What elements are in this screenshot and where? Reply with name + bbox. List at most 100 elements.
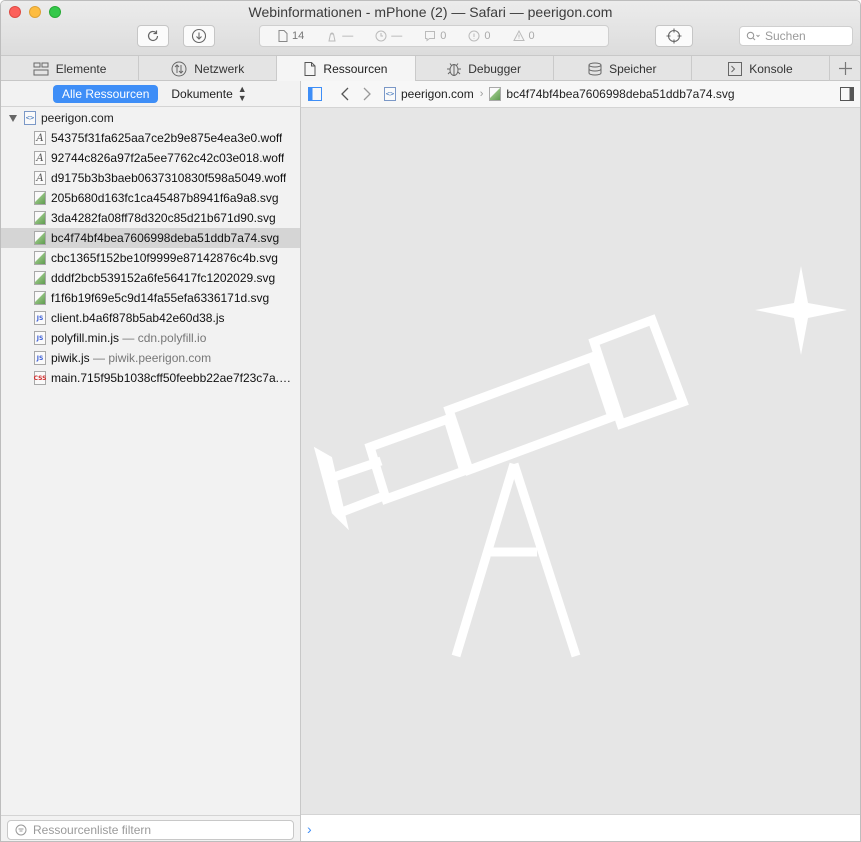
resource-row-label: 3da4282fa08ff78d320c85d21b671d90.svg xyxy=(51,211,276,225)
resource-name: polyfill.min.js xyxy=(51,331,120,345)
console-prompt-bar[interactable]: › xyxy=(301,814,860,841)
resource-name: cbc1365f152be10f9999e87142876c4b.svg xyxy=(51,251,278,265)
storage-icon xyxy=(588,62,602,76)
resource-sidebar: Alle Ressourcen Dokumente ▲ ▼ <> peerigon… xyxy=(1,81,301,841)
resource-summary-bar: 14 — — 0 0 0 xyxy=(259,25,609,47)
tab-label: Ressourcen xyxy=(323,61,388,76)
breadcrumb-file[interactable]: bc4f74bf4bea7606998deba51ddb7a74.svg xyxy=(489,87,735,101)
tab-label: Debugger xyxy=(468,61,521,76)
reload-button[interactable] xyxy=(137,25,169,47)
documents-select-label: Dokumente xyxy=(171,86,233,101)
tab-speicher[interactable]: Speicher xyxy=(554,56,692,81)
all-resources-button[interactable]: Alle Ressourcen xyxy=(53,84,159,103)
svg-preview xyxy=(301,108,860,814)
document-icon xyxy=(278,30,288,42)
resource-name: client.b4a6f878b5ab42e60d38.js xyxy=(51,311,225,325)
chevron-left-icon xyxy=(341,87,349,101)
resource-row[interactable]: 3da4282fa08ff78d320c85d21b671d90.svg xyxy=(1,208,300,228)
resource-row-label: client.b4a6f878b5ab42e60d38.js xyxy=(51,311,224,325)
resource-filter-input[interactable]: Ressourcenliste filtern xyxy=(7,820,294,840)
error-count-value: 0 xyxy=(484,30,491,42)
resource-row[interactable]: cbc1365f152be10f9999e87142876c4b.svg xyxy=(1,248,300,268)
back-button[interactable] xyxy=(334,84,356,104)
tab-ressourcen[interactable]: Ressourcen xyxy=(277,56,416,81)
resource-row[interactable]: A 92744c826a97f2a5ee7762c42c03e018.woff xyxy=(1,148,300,168)
network-time: — xyxy=(375,30,402,42)
resource-content: <> peerigon.com › bc4f74bf4bea7606998deb… xyxy=(301,81,860,841)
resource-row-label: 54375f31fa625aa7ce2b9e875e4ea3e0.woff xyxy=(51,131,282,145)
download-button[interactable] xyxy=(183,25,215,47)
image-file-icon xyxy=(34,231,46,245)
resource-row[interactable]: JS client.b4a6f878b5ab42e60d38.js xyxy=(1,308,300,328)
resource-name: main.715f95b1038cff50feebb22ae7f23c7a.c… xyxy=(51,371,296,385)
documents-select[interactable]: Dokumente ▲ ▼ xyxy=(171,84,246,103)
weight-icon xyxy=(328,32,336,42)
filter-bar: Ressourcenliste filtern xyxy=(1,815,300,841)
tab-bar: Elemente Netzwerk Ressourcen Debugger Sp… xyxy=(1,56,860,81)
font-file-icon: A xyxy=(34,171,46,185)
target-button[interactable] xyxy=(655,25,693,47)
tab-elemente[interactable]: Elemente xyxy=(1,56,140,81)
tab-konsole[interactable]: Konsole xyxy=(692,56,831,81)
resource-row-label: d9175b3b3baeb0637310830f598a5049.woff xyxy=(51,171,286,185)
resource-row[interactable]: JS piwik.js — piwik.peerigon.com xyxy=(1,348,300,368)
log-count[interactable]: 0 xyxy=(424,30,446,42)
resource-row[interactable]: Ad9175b3b3baeb0637310830f598a5049.woff xyxy=(1,168,300,188)
plus-icon xyxy=(838,62,852,75)
resource-row-label: polyfill.min.js — cdn.polyfill.io xyxy=(51,331,206,345)
image-file-icon xyxy=(489,87,502,101)
elements-icon xyxy=(33,62,49,75)
tab-netzwerk[interactable]: Netzwerk xyxy=(139,56,278,81)
tree-root-peerigon[interactable]: <> peerigon.com xyxy=(1,108,300,128)
web-inspector-window: Webinformationen - mPhone (2) — Safari —… xyxy=(0,0,861,842)
resource-row[interactable]: 205b680d163fc1ca45487b8941f6a9a8.svg xyxy=(1,188,300,208)
resource-row[interactable]: A 54375f31fa625aa7ce2b9e875e4ea3e0.woff xyxy=(1,128,300,148)
forward-button[interactable] xyxy=(356,84,378,104)
resource-name: dddf2bcb539152a6fe56417fc1202029.svg xyxy=(51,271,276,285)
resource-row-label: dddf2bcb539152a6fe56417fc1202029.svg xyxy=(51,271,275,285)
star-icon xyxy=(755,266,847,355)
html-document-icon: <> xyxy=(24,111,36,125)
resource-count-value: 14 xyxy=(292,30,305,42)
error-icon xyxy=(468,30,480,42)
resources-icon xyxy=(304,61,316,76)
sidebar-left-icon xyxy=(308,87,322,101)
reload-icon xyxy=(147,30,159,42)
tree-root-label: peerigon.com xyxy=(41,111,114,125)
font-file-icon: A xyxy=(34,131,46,145)
resource-row[interactable]: bc4f74bf4bea7606998deba51ddb7a74.svg xyxy=(1,228,300,248)
resource-name: 205b680d163fc1ca45487b8941f6a9a8.svg xyxy=(51,191,279,205)
title-bar: Webinformationen - mPhone (2) — Safari —… xyxy=(1,1,860,56)
breadcrumb-file-label: bc4f74bf4bea7606998deba51ddb7a74.svg xyxy=(506,87,735,101)
console-icon xyxy=(728,61,743,76)
tab-label: Netzwerk xyxy=(194,61,245,76)
resource-name: f1f6b19f69e5c9d14fa55efa6336171d.svg xyxy=(51,291,270,305)
search-placeholder: Suchen xyxy=(765,29,806,43)
resource-name: piwik.js xyxy=(51,351,90,365)
error-count[interactable]: 0 xyxy=(468,30,491,42)
resource-name: bc4f74bf4bea7606998deba51ddb7a74.svg xyxy=(51,231,280,245)
resource-row[interactable]: JS polyfill.min.js — cdn.polyfill.io xyxy=(1,328,300,348)
toggle-details-sidebar-button[interactable] xyxy=(840,87,854,104)
resource-row[interactable]: CSS main.715f95b1038cff50feebb22ae7f23c7a… xyxy=(1,368,300,388)
telescope-image xyxy=(313,266,847,658)
image-file-icon xyxy=(34,191,46,205)
resource-name: 54375f31fa625aa7ce2b9e875e4ea3e0.woff xyxy=(51,131,283,145)
tab-label: Elemente xyxy=(55,61,107,76)
network-icon xyxy=(171,61,187,76)
script-file-icon: JS xyxy=(34,331,46,345)
toggle-sidebar-button[interactable] xyxy=(304,84,326,104)
warning-count[interactable]: 0 xyxy=(512,30,535,42)
add-tab-button[interactable] xyxy=(830,56,860,81)
resource-row[interactable]: f1f6b19f69e5c9d14fa55efa6336171d.svg xyxy=(1,288,300,308)
download-icon xyxy=(191,28,207,44)
resource-row-label: 92744c826a97f2a5ee7762c42c03e018.woff xyxy=(51,151,284,165)
resource-row-label: cbc1365f152be10f9999e87142876c4b.svg xyxy=(51,251,278,265)
search-input[interactable]: Suchen xyxy=(739,26,853,46)
tab-debugger[interactable]: Debugger xyxy=(416,56,554,81)
breadcrumb-root[interactable]: <> peerigon.com xyxy=(384,87,474,101)
resource-row[interactable]: dddf2bcb539152a6fe56417fc1202029.svg xyxy=(1,268,300,288)
warning-icon xyxy=(512,30,525,41)
debugger-icon xyxy=(447,62,462,76)
disclosure-triangle-icon[interactable] xyxy=(9,114,17,122)
